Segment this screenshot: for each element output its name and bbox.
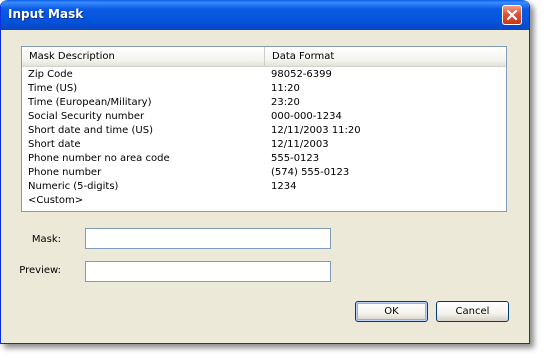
mask-description-cell: Zip Code — [28, 69, 73, 80]
data-format-cell: 98052-6399 — [271, 69, 332, 80]
ok-button[interactable]: OK — [355, 301, 428, 322]
list-item[interactable]: Phone number (574) 555-0123 — [22, 166, 506, 180]
window-title: Input Mask — [8, 7, 84, 21]
close-button[interactable] — [502, 5, 522, 25]
mask-description-cell: Time (US) — [28, 83, 78, 94]
mask-description-cell: Phone number no area code — [28, 153, 170, 164]
list-item[interactable]: Short date and time (US) 12/11/2003 11:20 — [22, 124, 506, 138]
data-format-cell: 1234 — [271, 181, 297, 192]
column-header-data-format[interactable]: Data Format — [265, 47, 506, 66]
preview-input[interactable] — [85, 261, 331, 282]
data-format-cell: (574) 555-0123 — [271, 167, 350, 178]
cancel-button[interactable]: Cancel — [436, 301, 509, 322]
input-mask-dialog: Input Mask Mask Description Data Format … — [0, 0, 530, 344]
column-header-mask-description[interactable]: Mask Description — [22, 47, 265, 66]
mask-label: Mask: — [31, 234, 61, 245]
list-item[interactable]: Zip Code 98052-6399 — [22, 68, 506, 82]
list-item[interactable]: Social Security number 000-000-1234 — [22, 110, 506, 124]
list-body: Zip Code 98052-6399 Time (US) 11:20 Time (Eu… — [22, 68, 506, 211]
data-format-cell: 000-000-1234 — [271, 111, 342, 122]
data-format-cell: 555-0123 — [271, 153, 320, 164]
mask-description-cell: Numeric (5-digits) — [28, 181, 119, 192]
mask-description-cell: <Custom> — [28, 195, 84, 206]
mask-description-cell: Time (European/Military) — [28, 97, 152, 108]
data-format-cell: 11:20 — [271, 83, 300, 94]
list-item[interactable]: Short date 12/11/2003 — [22, 138, 506, 152]
title-bar[interactable]: Input Mask — [1, 0, 529, 30]
mask-list[interactable]: Mask Description Data Format Zip Code 980… — [21, 46, 507, 212]
mask-description-cell: Social Security number — [28, 111, 145, 122]
list-header: Mask Description Data Format — [22, 47, 506, 67]
list-item[interactable]: Numeric (5-digits) 1234 — [22, 180, 506, 194]
data-format-cell: 12/11/2003 11:20 — [271, 125, 361, 136]
mask-description-cell: Phone number — [28, 167, 102, 178]
data-format-cell: 23:20 — [271, 97, 300, 108]
list-item[interactable]: Phone number no area code 555-0123 — [22, 152, 506, 166]
list-item[interactable]: Time (European/Military) 23:20 — [22, 96, 506, 110]
data-format-cell: 12/11/2003 — [271, 139, 329, 150]
mask-description-cell: Short date — [28, 139, 81, 150]
preview-label: Preview: — [19, 265, 61, 276]
mask-input[interactable] — [85, 228, 331, 249]
list-item[interactable]: Time (US) 11:20 — [22, 82, 506, 96]
close-icon — [506, 9, 518, 21]
mask-description-cell: Short date and time (US) — [28, 125, 153, 136]
list-item[interactable]: <Custom> — [22, 194, 506, 208]
